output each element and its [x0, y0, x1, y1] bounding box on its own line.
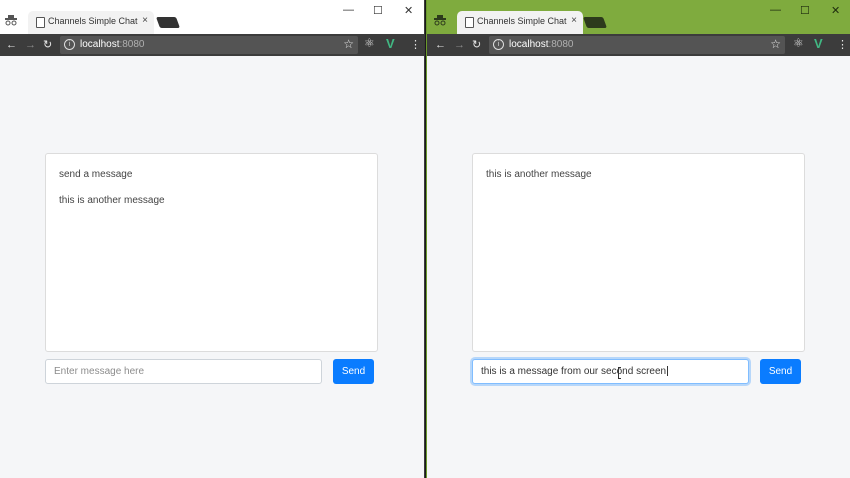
reload-icon[interactable]: ↻: [472, 37, 481, 53]
send-button[interactable]: Send: [333, 359, 374, 384]
incognito-icon: [5, 15, 17, 26]
browser-tab[interactable]: Channels Simple Chat ×: [28, 11, 154, 34]
tab-title: Channels Simple Chat: [477, 16, 567, 26]
browser-toolbar: ← → ↻ i localhost:8080 ☆ ⚛ V ⋮: [427, 34, 850, 56]
browser-menu-icon[interactable]: ⋮: [410, 37, 421, 53]
left-browser-window: Channels Simple Chat × — ☐ ✕ ← → ↻ i loc…: [0, 0, 425, 478]
info-icon[interactable]: i: [493, 39, 504, 50]
minimize-icon[interactable]: —: [770, 4, 781, 16]
maximize-icon[interactable]: ☐: [800, 4, 810, 17]
titlebar: Channels Simple Chat × — ☐ ✕: [427, 0, 850, 34]
browser-menu-icon[interactable]: ⋮: [837, 37, 848, 53]
right-browser-window: Channels Simple Chat × — ☐ ✕ ← → ↻ i loc…: [426, 0, 850, 478]
tab-close-icon[interactable]: ×: [571, 15, 577, 26]
url-host: localhost: [509, 39, 549, 50]
minimize-icon[interactable]: —: [343, 4, 354, 16]
tab-close-icon[interactable]: ×: [142, 15, 148, 26]
back-icon[interactable]: ←: [6, 37, 17, 53]
send-button[interactable]: Send: [760, 359, 801, 384]
url-port: :8080: [119, 39, 145, 50]
bookmark-star-icon[interactable]: ☆: [770, 37, 781, 51]
chat-message: send a message: [59, 169, 133, 180]
desktop-screen: Channels Simple Chat × — ☐ ✕ ← → ↻ i loc…: [0, 0, 850, 478]
reload-icon[interactable]: ↻: [43, 37, 52, 53]
page-icon: [36, 17, 45, 28]
message-input[interactable]: Enter message here: [45, 359, 322, 384]
address-bar[interactable]: i localhost:8080 ☆: [60, 36, 358, 54]
url-text: localhost:8080: [509, 39, 574, 50]
message-input[interactable]: this is a message from our second screen: [472, 359, 749, 384]
address-bar[interactable]: i localhost:8080 ☆: [489, 36, 785, 54]
chat-messages-box: send a message this is another message: [45, 153, 378, 352]
chat-messages-box: this is another message: [472, 153, 805, 352]
bookmark-star-icon[interactable]: ☆: [343, 37, 354, 51]
react-devtools-icon[interactable]: ⚛: [793, 36, 804, 50]
vue-devtools-icon[interactable]: V: [386, 36, 395, 51]
tab-title: Channels Simple Chat: [48, 16, 138, 26]
react-devtools-icon[interactable]: ⚛: [364, 36, 375, 50]
window-close-icon[interactable]: ✕: [831, 4, 840, 17]
vue-devtools-icon[interactable]: V: [814, 36, 823, 51]
url-text: localhost:8080: [80, 39, 145, 50]
text-caret: [667, 366, 669, 377]
browser-toolbar: ← → ↻ i localhost:8080 ☆ ⚛ V ⋮: [0, 34, 424, 56]
url-host: localhost: [80, 39, 120, 50]
window-close-icon[interactable]: ✕: [404, 4, 413, 17]
forward-icon[interactable]: →: [454, 37, 465, 53]
incognito-icon: [434, 15, 446, 26]
ibeam-cursor-icon: [618, 367, 621, 379]
info-icon[interactable]: i: [64, 39, 75, 50]
chat-message: this is another message: [486, 169, 592, 180]
message-input-value: this is a message from our second screen: [481, 366, 667, 377]
browser-tab[interactable]: Channels Simple Chat ×: [457, 11, 583, 34]
forward-icon[interactable]: →: [25, 37, 36, 53]
new-tab-button[interactable]: [582, 17, 608, 28]
maximize-icon[interactable]: ☐: [373, 4, 383, 17]
chat-message: this is another message: [59, 195, 165, 206]
url-port: :8080: [548, 39, 574, 50]
new-tab-button[interactable]: [155, 17, 181, 28]
back-icon[interactable]: ←: [435, 37, 446, 53]
page-icon: [465, 17, 474, 28]
titlebar: Channels Simple Chat × — ☐ ✕: [0, 0, 424, 34]
